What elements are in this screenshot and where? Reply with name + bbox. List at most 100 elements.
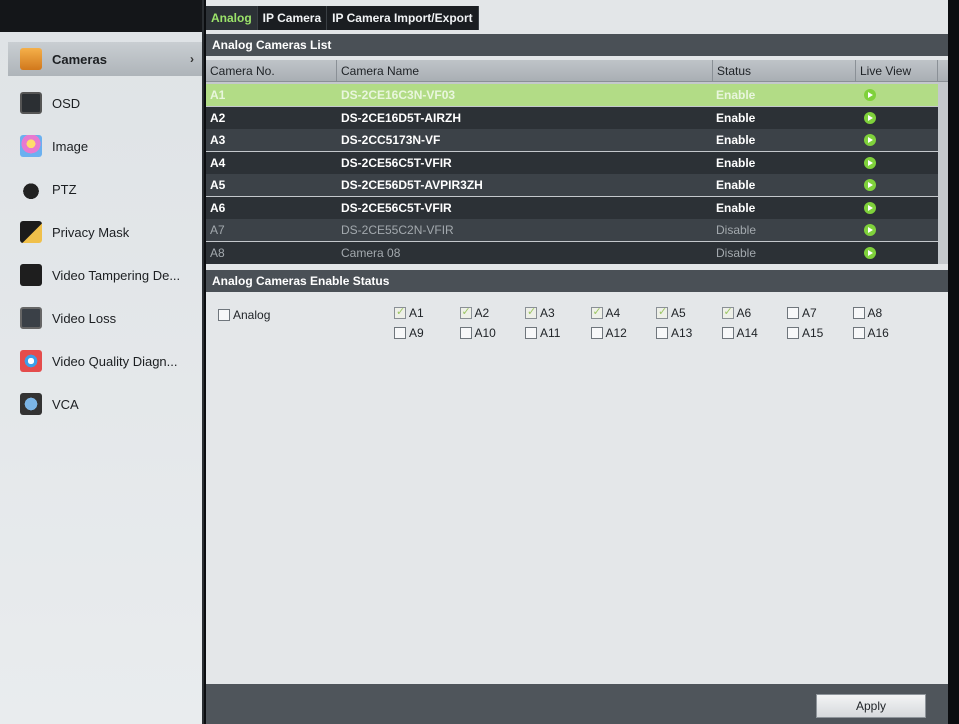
tab-analog[interactable]: Analog xyxy=(206,6,258,30)
checkbox-box[interactable] xyxy=(525,305,537,319)
channel-checkbox[interactable]: A11 xyxy=(525,326,560,340)
checkbox-box[interactable] xyxy=(590,305,603,319)
checkbox-box[interactable] xyxy=(394,305,406,319)
channel-checkbox[interactable]: A12 xyxy=(590,326,627,340)
checkbox-label: A14 xyxy=(736,326,758,340)
checkbox-box[interactable] xyxy=(852,327,865,339)
live-view-play-icon[interactable] xyxy=(864,179,876,191)
enable-status-panel: Analog A1 A2 A3 A4 A5 A6 A7 A8 A9 A10 A11 A12 A13 A14… xyxy=(206,292,948,684)
camera-name-cell: DS-2CE56C5T-VFIR xyxy=(341,155,452,170)
camera-no-cell: A3 xyxy=(210,133,226,147)
channel-checkbox[interactable]: A4 xyxy=(590,305,621,320)
table-row[interactable]: A3 DS-2CC5173N-VF Enable xyxy=(206,129,938,151)
camera-icon xyxy=(20,48,42,70)
checkbox-label: A3 xyxy=(540,306,555,320)
main-panel: Analog IP Camera IP Camera Import/Export… xyxy=(206,0,948,724)
camera-no-cell: A8 xyxy=(210,245,225,260)
camera-no-cell: A6 xyxy=(210,200,226,215)
sidebar-item-label: Cameras xyxy=(52,51,107,67)
channel-checkbox[interactable]: A13 xyxy=(656,326,692,340)
checkbox-box[interactable] xyxy=(721,327,734,339)
checkbox-box[interactable] xyxy=(656,327,668,339)
table-row[interactable]: A6 DS-2CE56C5T-VFIR Enable xyxy=(206,196,938,219)
channel-checkbox[interactable]: A5 xyxy=(656,305,686,320)
camera-table: Camera No. Camera Name Status Live View … xyxy=(206,60,948,264)
column-camera-name[interactable]: Camera Name xyxy=(337,60,713,82)
checkbox-label: A7 xyxy=(802,306,817,320)
checkbox-box[interactable] xyxy=(787,327,799,339)
sidebar-item-ptz[interactable]: PTZ xyxy=(8,172,202,206)
column-camera-no[interactable]: Camera No. xyxy=(206,60,337,82)
status-cell: Enable xyxy=(716,155,756,170)
channel-checkbox[interactable]: A15 xyxy=(787,326,823,340)
osd-icon xyxy=(20,92,42,114)
table-row[interactable]: A8 Camera 08 Disable xyxy=(206,241,938,264)
column-live-view[interactable]: Live View xyxy=(856,60,938,82)
sidebar-item-privacy-mask[interactable]: Privacy Mask xyxy=(8,215,202,249)
column-status[interactable]: Status xyxy=(713,60,856,82)
live-view-play-icon[interactable] xyxy=(864,156,876,169)
table-row[interactable]: A1 DS-2CE16C3N-VF03 Enable xyxy=(206,84,938,106)
image-icon xyxy=(20,135,42,157)
table-row[interactable]: A4 DS-2CE56C5T-VFIR Enable xyxy=(206,151,938,174)
tab-ip-camera[interactable]: IP Camera xyxy=(257,6,328,30)
channel-checkbox[interactable]: A14 xyxy=(721,326,758,340)
checkbox-label: A13 xyxy=(671,326,693,340)
channel-checkbox[interactable]: A6 xyxy=(721,305,751,320)
footer-bar: Apply xyxy=(206,684,948,724)
camera-name-cell: DS-2CE56C5T-VFIR xyxy=(341,200,452,215)
camera-name-cell: DS-2CE16C3N-VF03 xyxy=(341,88,456,102)
vca-icon xyxy=(20,393,42,415)
channel-checkbox[interactable]: A16 xyxy=(852,326,889,340)
live-view-play-icon[interactable] xyxy=(864,134,876,146)
checkbox-box[interactable] xyxy=(656,305,668,319)
checkbox-box[interactable] xyxy=(459,305,472,319)
channel-checkbox[interactable]: A1 xyxy=(394,305,424,320)
chevron-right-icon: › xyxy=(190,52,194,66)
sidebar-item-video-quality[interactable]: Video Quality Diagn... xyxy=(8,344,202,378)
camera-name-cell: DS-2CE56D5T-AVPIR3ZH xyxy=(341,178,483,192)
live-view-play-icon[interactable] xyxy=(864,224,876,236)
channel-checkbox[interactable]: A7 xyxy=(787,306,817,320)
checkbox-box[interactable] xyxy=(852,307,865,319)
table-row[interactable]: A5 DS-2CE56D5T-AVPIR3ZH Enable xyxy=(206,174,938,196)
checkbox-box[interactable] xyxy=(721,305,734,319)
screen-edge xyxy=(948,0,959,724)
apply-button[interactable]: Apply xyxy=(816,694,926,718)
checkbox-box[interactable] xyxy=(218,309,230,321)
sidebar-item-vca[interactable]: VCA xyxy=(8,387,202,421)
analog-master-checkbox[interactable]: Analog xyxy=(218,308,270,322)
checkbox-label: A9 xyxy=(409,326,424,340)
channel-checkbox[interactable]: A9 xyxy=(394,326,424,340)
checkbox-box[interactable] xyxy=(394,327,406,339)
analog-cameras-list-header: Analog Cameras List xyxy=(206,34,948,56)
sidebar-item-image[interactable]: Image xyxy=(8,129,202,163)
live-view-play-icon[interactable] xyxy=(864,89,876,101)
live-view-play-icon[interactable] xyxy=(864,111,876,124)
checkbox-box[interactable] xyxy=(590,327,603,339)
sidebar-item-osd[interactable]: OSD xyxy=(8,86,202,120)
camera-no-cell: A2 xyxy=(210,110,226,125)
status-cell: Enable xyxy=(716,110,756,125)
ptz-icon xyxy=(20,178,42,200)
tab-ip-camera-import-export[interactable]: IP Camera Import/Export xyxy=(327,6,479,30)
sidebar-item-video-loss[interactable]: Video Loss xyxy=(8,301,202,335)
sidebar-item-label: Video Quality Diagn... xyxy=(52,353,178,369)
live-view-play-icon[interactable] xyxy=(864,246,876,259)
checkbox-label: A4 xyxy=(605,306,621,320)
channel-checkbox[interactable]: A10 xyxy=(459,326,496,340)
checkbox-box[interactable] xyxy=(525,327,537,339)
table-row[interactable]: A7 DS-2CE55C2N-VFIR Disable xyxy=(206,219,938,241)
channel-checkbox[interactable]: A8 xyxy=(852,306,882,320)
sidebar-item-video-tampering[interactable]: Video Tampering De... xyxy=(8,258,202,292)
checkbox-box[interactable] xyxy=(787,307,799,319)
video-tampering-icon xyxy=(20,264,42,286)
live-view-play-icon[interactable] xyxy=(864,201,876,214)
video-loss-icon xyxy=(20,307,42,329)
checkbox-box[interactable] xyxy=(459,327,472,339)
channel-checkbox[interactable]: A3 xyxy=(525,305,555,320)
sidebar-item-cameras[interactable]: Cameras › xyxy=(8,42,202,76)
table-row[interactable]: A2 DS-2CE16D5T-AIRZH Enable xyxy=(206,106,938,129)
channel-checkbox[interactable]: A2 xyxy=(459,305,489,320)
config-screen: Cameras › OSD Image PTZ Privacy Mask Vid… xyxy=(0,0,959,724)
